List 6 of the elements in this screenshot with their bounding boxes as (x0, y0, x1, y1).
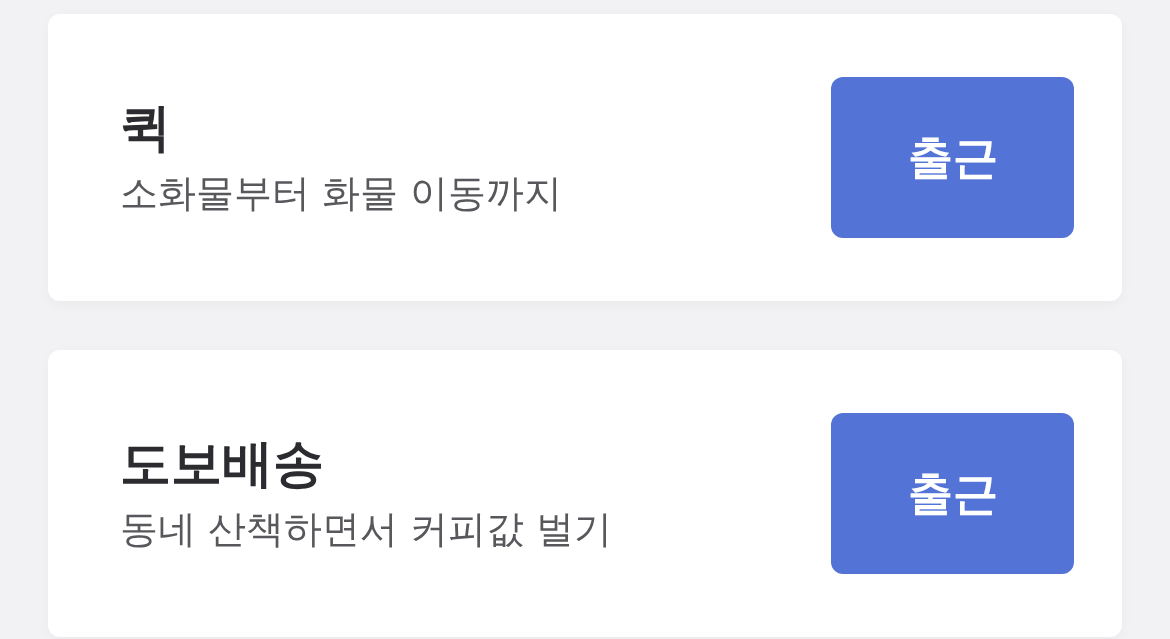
service-title: 도보배송 (120, 435, 325, 494)
service-title: 퀵 (120, 99, 172, 158)
service-description: 소화물부터 화물 이동까지 (120, 171, 563, 216)
start-work-button[interactable]: 출근 (831, 413, 1074, 574)
start-work-button[interactable]: 출근 (831, 77, 1074, 238)
service-description: 동네 산책하면서 커피값 벌기 (120, 507, 613, 552)
